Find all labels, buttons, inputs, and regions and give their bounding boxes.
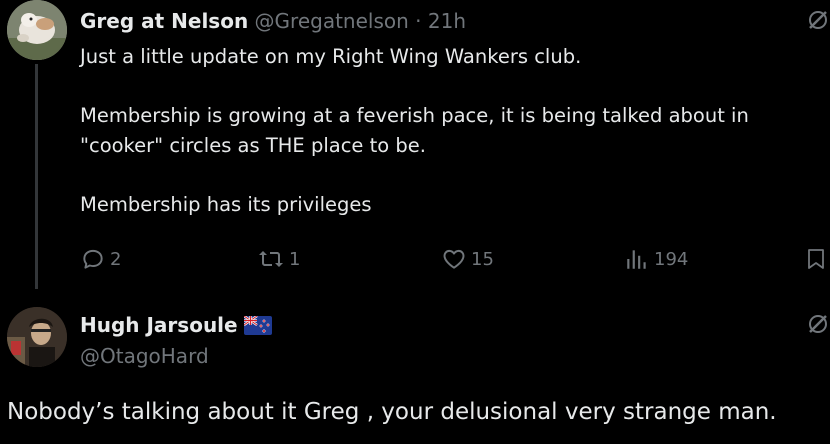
author-name[interactable]: Hugh Jarsoule: [80, 312, 238, 338]
tweet-header: Greg at Nelson @Gregatnelson · 21h: [80, 8, 466, 34]
author-handle[interactable]: @Gregatnelson: [255, 9, 409, 33]
tweet-line: Membership has its privileges: [80, 193, 372, 216]
bookmark-icon: [808, 249, 824, 269]
views-button[interactable]: 194: [624, 244, 688, 274]
reply-icon: [83, 249, 103, 269]
repost-count: 1: [289, 248, 301, 270]
repost-icon: [259, 251, 283, 267]
author-name[interactable]: Greg at Nelson: [80, 9, 248, 33]
author-handle[interactable]: @OtagoHard: [80, 343, 209, 369]
thread-connector-line: [35, 64, 38, 289]
grok-button[interactable]: [806, 312, 830, 336]
new-zealand-flag-icon: [243, 315, 272, 335]
tweet-line: "cooker" circles as THE place to be.: [80, 134, 426, 157]
tweet-actions: 2 1 15 194: [80, 244, 830, 274]
tweet-line: Just a little update on my Right Wing Wa…: [80, 45, 582, 68]
bookmark-button[interactable]: [804, 244, 828, 274]
avatar-man-photo-icon: [7, 307, 67, 367]
tweet-text: Nobody’s talking about it Greg , your de…: [7, 399, 777, 425]
like-count: 15: [471, 248, 494, 270]
timeline: Greg at Nelson @Gregatnelson · 21h Just …: [0, 0, 830, 444]
tweet-header: Hugh Jarsoule: [80, 312, 272, 338]
repost-button[interactable]: 1: [257, 244, 300, 274]
heart-icon: [443, 249, 465, 269]
tweet-text: Just a little update on my Right Wing Wa…: [80, 42, 820, 220]
grok-icon: [809, 315, 827, 333]
reply-button[interactable]: 2: [80, 244, 121, 274]
avatar-cat-photo-icon: [7, 0, 67, 60]
reply-count: 2: [110, 248, 122, 270]
avatar[interactable]: [7, 307, 67, 367]
avatar[interactable]: [7, 0, 67, 60]
grok-button[interactable]: [806, 8, 830, 32]
views-count: 194: [654, 248, 689, 270]
time-separator: ·: [415, 9, 422, 33]
like-button[interactable]: 15: [441, 244, 494, 274]
tweet-line: Membership is growing at a feverish pace…: [80, 104, 749, 127]
tweet-time[interactable]: 21h: [428, 9, 466, 33]
views-chart-icon: [627, 250, 646, 269]
grok-icon: [809, 11, 827, 29]
